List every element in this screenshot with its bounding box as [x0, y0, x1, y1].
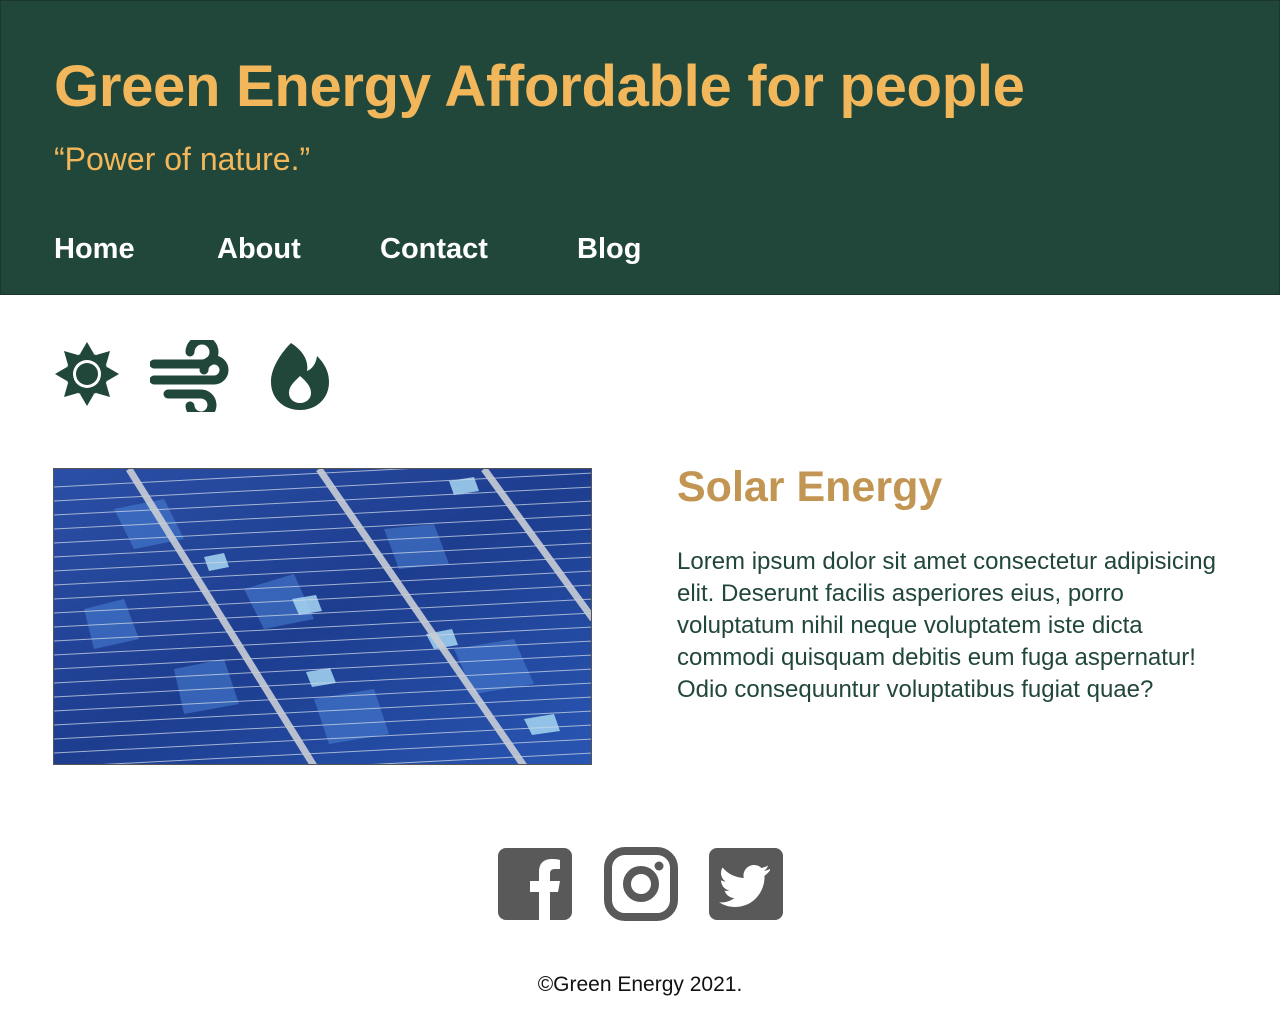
footer-copyright: ©Green Energy 2021.	[537, 973, 743, 996]
site-tagline: “Power of nature.”	[54, 141, 311, 177]
sun-icon	[53, 340, 131, 412]
site-header: Green Energy Affordable for people “Powe…	[0, 0, 1280, 295]
solar-panel-image	[53, 468, 592, 765]
nav-about-link[interactable]: About	[217, 233, 301, 266]
twitter-icon[interactable]	[708, 847, 784, 921]
nav-blog-link[interactable]: Blog	[577, 233, 641, 266]
nav-home-link[interactable]: Home	[54, 233, 135, 266]
section-body: Lorem ipsum dolor sit amet consectetur a…	[677, 548, 1216, 703]
main-nav: Home About Contact Blog	[1, 233, 1280, 273]
instagram-icon[interactable]	[603, 847, 679, 921]
section-title: Solar Energy	[677, 463, 943, 511]
wind-icon	[150, 340, 229, 412]
site-title: Green Energy Affordable for people	[54, 54, 1025, 119]
nav-contact-link[interactable]: Contact	[380, 233, 488, 266]
facebook-icon[interactable]	[497, 847, 573, 921]
fire-icon	[269, 340, 347, 412]
